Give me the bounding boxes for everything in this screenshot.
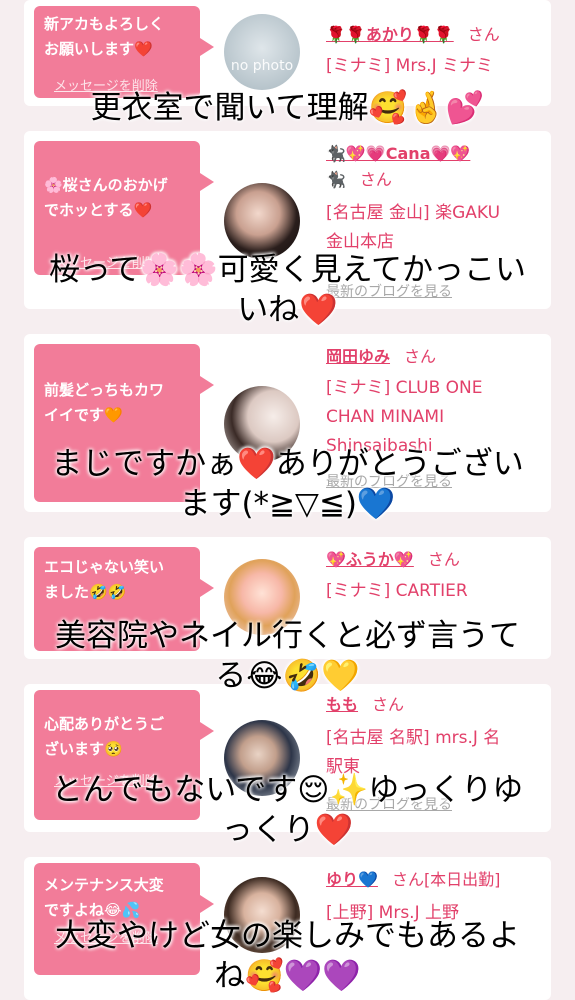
shop-name: [ミナミ] Mrs.J ミナミ (326, 56, 494, 76)
sender-name-line: 🐈‍⬛💖💗Cana💗💖 (326, 141, 548, 167)
cat-emoji: 🐈‍⬛ (326, 170, 346, 189)
message-bubble: 新アカもよろしく お願いします❤️ メッセージを削除 (34, 6, 214, 98)
caption-line: 大変やけど女の楽しみでもあるよ (55, 918, 520, 954)
caption-line: 美容院やネイル行くと必ず言うて (55, 618, 520, 654)
shop-name: [ミナミ] CARTIER (326, 581, 468, 601)
sender-info: 🌹🌹あかり🌹🌹 さん [ミナミ] Mrs.J ミナミ (326, 22, 548, 81)
sender-info: 💖ふうか💖 さん [ミナミ] CARTIER (326, 547, 548, 606)
sender-name-link[interactable]: ゆり💙 (326, 870, 378, 889)
message-text-line: 新アカもよろしく (44, 15, 165, 33)
caption-line: っくり❤️ (221, 812, 354, 848)
caption-line: とんでもないです😌✨ゆっくりゆ (51, 772, 524, 808)
honorific: さん (372, 695, 405, 714)
sender-name-link[interactable]: もも (326, 695, 358, 714)
shop-name: CHAN MINAMI (326, 407, 445, 427)
caption-line: いね❤️ (237, 292, 338, 328)
sender-name-line: 岡田ゆみ さん (326, 344, 548, 370)
sender-name-line: 🌹🌹あかり🌹🌹 さん (326, 22, 548, 48)
overlay-caption: 大変やけど女の楽しみでもあるよ ね🥰💜💜 (0, 916, 575, 996)
shop-name: [名古屋 名駅] mrs.J 名 (326, 728, 501, 748)
overlay-caption: 桜って🌸🌸可愛く見えてかっこい いね❤️ (0, 250, 575, 330)
message-text-line: エコじゃない笑い (44, 558, 165, 576)
message-text-line: イイです🧡 (44, 406, 123, 424)
caption-line: 桜って🌸🌸可愛く見えてかっこい (48, 252, 527, 288)
overlay-caption: まじですかぁ❤️ありがとうござい ます(*≧▽≦)💙 (0, 444, 575, 524)
overlay-caption: 美容院やネイル行くと必ず言うて る😂🤣💛 (0, 616, 575, 696)
message-text-line: メンテナンス大変 (44, 876, 164, 894)
shop-name: [ミナミ] CLUB ONE (326, 378, 483, 398)
sender-name-link[interactable]: 💖ふうか💖 (326, 550, 414, 569)
avatar[interactable] (224, 183, 300, 259)
sender-name-link[interactable]: 🐈‍⬛💖💗Cana💗💖 (326, 144, 470, 163)
message-text-line: ました🤣🤣 (44, 583, 127, 601)
honorific: さん (404, 347, 437, 366)
sender-name-link[interactable]: 岡田ゆみ (326, 347, 390, 366)
honorific: さん (467, 25, 500, 44)
message-text-line: でホッとする❤️ (44, 201, 153, 219)
sender-name-line: 💖ふうか💖 さん (326, 547, 548, 573)
caption-line: まじですかぁ❤️ありがとうござい (51, 446, 524, 482)
caption-line: 更衣室で聞いて理解🥰🤞💕 (90, 90, 485, 126)
honorific: さん (359, 170, 392, 189)
caption-line: ます(*≧▽≦)💙 (179, 486, 396, 522)
message-text-line: 前髪どっちもカワ (44, 381, 165, 399)
sender-name-line: ゆり💙 さん[本日出勤] (326, 867, 548, 893)
honorific: さん (427, 550, 460, 569)
message-text-line: 心配ありがとうご (44, 715, 165, 733)
shop-name: [名古屋 金山] 楽GAKU (326, 203, 501, 223)
overlay-caption: 更衣室で聞いて理解🥰🤞💕 (0, 88, 575, 128)
sender-name-link[interactable]: 🌹🌹あかり🌹🌹 (326, 25, 454, 44)
no-photo-label: no photo (230, 58, 294, 74)
message-text-line: 🌸桜さんのおかげ (44, 176, 168, 194)
overlay-caption: とんでもないです😌✨ゆっくりゆ っくり❤️ (0, 770, 575, 850)
avatar[interactable]: no photo (224, 14, 300, 90)
message-text-line: ざいます🥺 (44, 740, 123, 758)
sender-name-line-2: 🐈‍⬛ さん (326, 167, 548, 193)
honorific: さん[本日出勤] (391, 870, 501, 889)
caption-line: ね🥰💜💜 (214, 958, 361, 994)
message-text-line: お願いします❤️ (44, 40, 153, 58)
caption-line: る😂🤣💛 (215, 658, 360, 694)
